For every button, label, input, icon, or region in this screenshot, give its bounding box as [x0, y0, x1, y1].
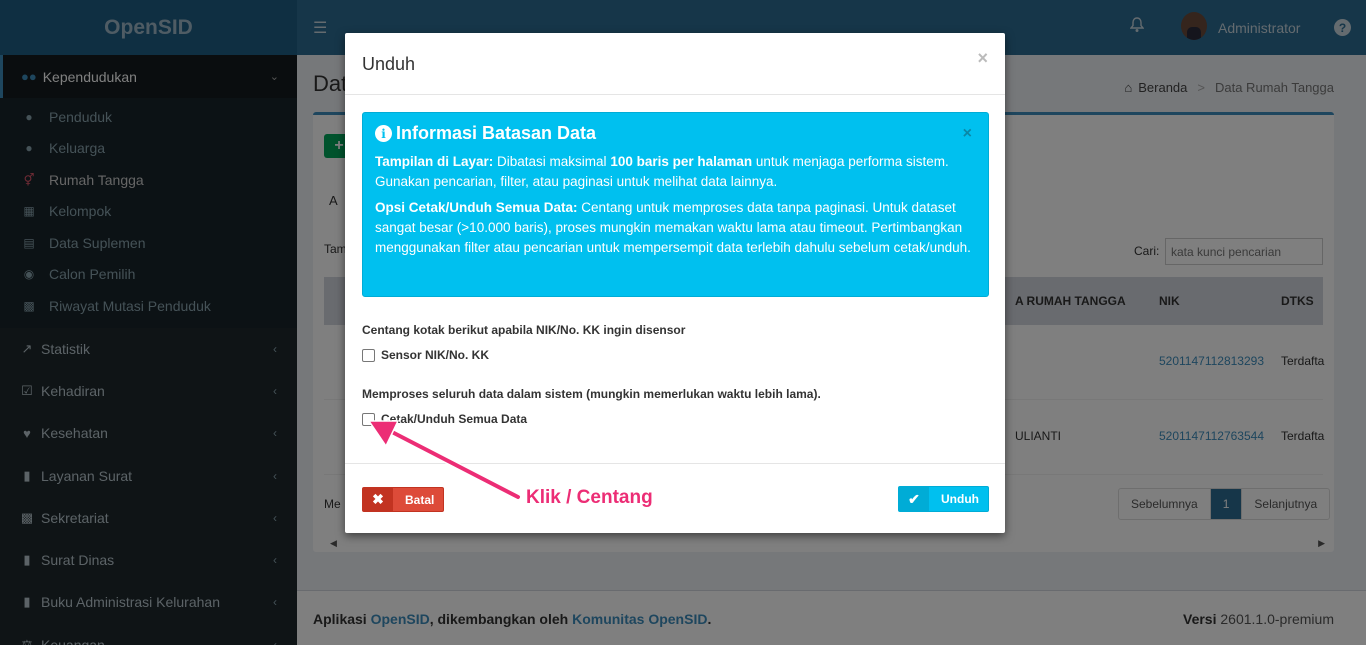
modal-title: Unduh — [362, 54, 416, 74]
sensor-checkbox[interactable] — [362, 348, 375, 362]
callout-close-icon[interactable]: × — [963, 125, 972, 143]
sensor-checkbox-row[interactable]: Sensor NIK/No. KK — [362, 348, 489, 362]
annotation-label: Klik / Centang — [526, 487, 653, 508]
callout-bold: Opsi Cetak/Unduh Semua Data: — [375, 200, 578, 215]
all-data-checkbox-row[interactable]: Cetak/Unduh Semua Data — [362, 412, 527, 426]
check-icon: ✔ — [899, 487, 929, 511]
cancel-button[interactable]: ✖ Batal — [362, 487, 444, 512]
modal-header: Unduh × — [345, 33, 1005, 95]
callout-paragraph-export: Opsi Cetak/Unduh Semua Data: Centang unt… — [375, 198, 976, 258]
all-data-checkbox-label[interactable]: Cetak/Unduh Semua Data — [381, 412, 527, 426]
cancel-button-label: Batal — [405, 492, 435, 507]
download-button-label: Unduh — [941, 492, 979, 506]
close-icon[interactable]: × — [977, 48, 988, 69]
info-callout: i Informasi Batasan Data Tampilan di Lay… — [362, 112, 989, 297]
download-button[interactable]: ✔ Unduh — [898, 486, 989, 512]
callout-text: Dibatasi maksimal — [493, 154, 611, 169]
download-modal: Unduh × i Informasi Batasan Data Tampila… — [345, 33, 1005, 533]
all-data-label: Memproses seluruh data dalam sistem (mun… — [362, 387, 821, 401]
info-icon: i — [375, 125, 392, 142]
callout-bold: Tampilan di Layar: — [375, 154, 494, 169]
sensor-checkbox-label[interactable]: Sensor NIK/No. KK — [381, 348, 489, 362]
modal-footer: ✖ Batal ✔ Unduh — [345, 463, 1005, 533]
callout-bold: 100 baris per halaman — [610, 154, 753, 169]
sensor-label: Centang kotak berikut apabila NIK/No. KK… — [362, 323, 686, 337]
all-data-checkbox[interactable] — [362, 412, 375, 426]
callout-title: Informasi Batasan Data — [396, 123, 597, 143]
callout-paragraph-display: Tampilan di Layar: Dibatasi maksimal 100… — [375, 152, 976, 192]
callout-title-row: i Informasi Batasan Data — [375, 123, 976, 144]
close-icon: ✖ — [363, 488, 393, 511]
